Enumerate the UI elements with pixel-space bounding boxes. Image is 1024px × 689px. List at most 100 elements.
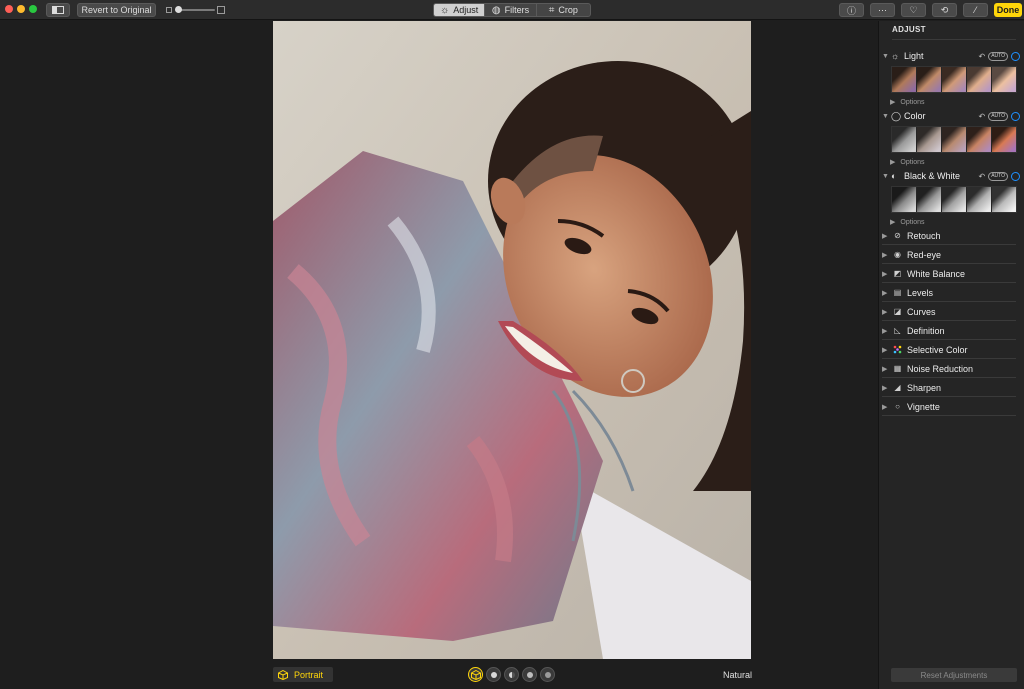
- tool-curves[interactable]: ▶ ◪ Curves: [882, 303, 1016, 321]
- sidebar-toggle-button[interactable]: [46, 3, 70, 17]
- enable-toggle[interactable]: [1011, 51, 1020, 61]
- more-options-button[interactable]: ⋯: [870, 3, 895, 17]
- noise-icon: ▦: [893, 364, 902, 373]
- thumbnail[interactable]: [917, 67, 941, 92]
- tool-noise-reduction[interactable]: ▶ ▦ Noise Reduction: [882, 360, 1016, 378]
- lighting-stage-button[interactable]: [522, 667, 537, 682]
- thumbnail[interactable]: [892, 67, 916, 92]
- lighting-studio-button[interactable]: [486, 667, 501, 682]
- curves-icon: ◪: [893, 307, 902, 316]
- lighting-stage-mono-button[interactable]: [540, 667, 555, 682]
- options-label: Options: [900, 218, 925, 226]
- options-label: Options: [900, 98, 925, 106]
- disclosure-right-icon: ▶: [882, 384, 888, 392]
- portrait-button[interactable]: Portrait: [273, 667, 333, 682]
- heart-icon: ♡: [909, 4, 918, 15]
- enhance-button[interactable]: ⁄: [963, 3, 988, 17]
- thumbnail[interactable]: [942, 67, 966, 92]
- definition-icon: ◺: [894, 326, 901, 335]
- tab-filters[interactable]: ◍ Filters: [485, 4, 537, 16]
- tool-label: Curves: [907, 306, 936, 317]
- lighting-studio-icon: [490, 671, 497, 678]
- tool-red-eye[interactable]: ▶ ◉ Red-eye: [882, 246, 1016, 264]
- bw-thumbnail-strip[interactable]: [891, 186, 1017, 213]
- tab-adjust-label: Adjust: [453, 5, 479, 15]
- lighting-contour-button[interactable]: [504, 667, 519, 682]
- tool-levels[interactable]: ▶ ▤ Levels: [882, 284, 1016, 302]
- tool-white-balance[interactable]: ▶ ◩ White Balance: [882, 265, 1016, 283]
- auto-button[interactable]: AUTO: [988, 111, 1008, 121]
- zoom-slider-knob[interactable]: [175, 6, 182, 13]
- cube-icon: [470, 669, 481, 680]
- disclosure-down-icon[interactable]: ▼: [882, 173, 891, 180]
- light-options-row[interactable]: ▶ Options: [890, 98, 925, 107]
- minimize-window-button[interactable]: [17, 5, 25, 13]
- tab-crop-label: Crop: [558, 5, 578, 15]
- favorite-button[interactable]: ♡: [901, 3, 926, 17]
- enable-toggle[interactable]: [1011, 171, 1020, 181]
- close-window-button[interactable]: [5, 5, 13, 13]
- section-light-header[interactable]: ▼ ☼ Light ↶ AUTO: [882, 49, 1020, 63]
- revert-to-original-button[interactable]: Revert to Original: [77, 3, 156, 17]
- done-button[interactable]: Done: [994, 3, 1022, 17]
- thumbnail[interactable]: [967, 67, 991, 92]
- auto-button[interactable]: AUTO: [988, 171, 1008, 181]
- color-thumbnail-strip[interactable]: [891, 126, 1017, 153]
- reset-adjustments-button[interactable]: Reset Adjustments: [891, 668, 1017, 682]
- thumbnail[interactable]: [892, 127, 916, 152]
- section-bw-label: Black & White: [904, 171, 961, 181]
- info-button[interactable]: ⓘ: [839, 3, 864, 17]
- auto-button[interactable]: AUTO: [988, 51, 1008, 61]
- tool-sharpen[interactable]: ▶ ◢ Sharpen: [882, 379, 1016, 397]
- tool-vignette[interactable]: ▶ ○ Vignette: [882, 398, 1016, 416]
- bw-circle-icon: ◐: [891, 171, 897, 181]
- lighting-natural-button[interactable]: [468, 667, 483, 682]
- thumbnail[interactable]: [967, 187, 991, 212]
- tool-label: Retouch: [907, 230, 941, 241]
- zoom-window-button[interactable]: [29, 5, 37, 13]
- tool-selective-color[interactable]: ▶ Selective Color: [882, 341, 1016, 359]
- thumbnail[interactable]: [992, 187, 1016, 212]
- tool-definition[interactable]: ▶ ◺ Definition: [882, 322, 1016, 340]
- thumbnail[interactable]: [967, 127, 991, 152]
- disclosure-right-icon: ▶: [882, 365, 888, 373]
- thumbnail[interactable]: [942, 127, 966, 152]
- more-icon: ⋯: [878, 4, 887, 15]
- tool-retouch[interactable]: ▶ ⊘ Retouch: [882, 227, 1016, 245]
- bandage-icon: ⊘: [894, 231, 901, 240]
- bw-options-row[interactable]: ▶ Options: [890, 218, 925, 227]
- section-bw-header[interactable]: ▼ ◐ Black & White ↶ AUTO: [882, 169, 1020, 183]
- undo-icon[interactable]: ↶: [978, 112, 985, 121]
- disclosure-right-icon: ▶: [882, 308, 888, 316]
- sun-icon: ☼: [891, 51, 900, 61]
- thumbnail[interactable]: [992, 127, 1016, 152]
- thumbnail[interactable]: [942, 187, 966, 212]
- disclosure-down-icon[interactable]: ▼: [882, 53, 891, 60]
- light-thumbnail-strip[interactable]: [891, 66, 1017, 93]
- undo-icon[interactable]: ↶: [978, 52, 985, 61]
- tab-crop[interactable]: ⌗ Crop: [537, 4, 590, 16]
- lighting-name-label: Natural: [723, 670, 753, 680]
- zoom-out-icon: [166, 7, 172, 13]
- tool-label: Definition: [907, 325, 945, 336]
- undo-icon[interactable]: ↶: [978, 172, 985, 181]
- divider: [892, 39, 1016, 40]
- cube-icon: [278, 669, 288, 680]
- tool-label: Vignette: [907, 401, 940, 412]
- lighting-contour-icon: [508, 671, 515, 678]
- thumbnail[interactable]: [917, 127, 941, 152]
- thumbnail[interactable]: [917, 187, 941, 212]
- photo-image[interactable]: [273, 21, 751, 659]
- disclosure-right-icon: ▶: [882, 232, 888, 240]
- section-light-label: Light: [904, 51, 924, 61]
- rotate-button[interactable]: ⟲: [932, 3, 957, 17]
- color-options-row[interactable]: ▶ Options: [890, 158, 925, 167]
- thumbnail[interactable]: [992, 67, 1016, 92]
- magic-wand-icon: ⁄: [974, 5, 977, 15]
- enable-toggle[interactable]: [1011, 111, 1020, 121]
- section-color-header[interactable]: ▼ ◯ Color ↶ AUTO: [882, 109, 1020, 123]
- tab-adjust[interactable]: ☼ Adjust: [434, 4, 486, 16]
- zoom-in-icon: [217, 6, 225, 14]
- disclosure-down-icon[interactable]: ▼: [882, 113, 891, 120]
- thumbnail[interactable]: [892, 187, 916, 212]
